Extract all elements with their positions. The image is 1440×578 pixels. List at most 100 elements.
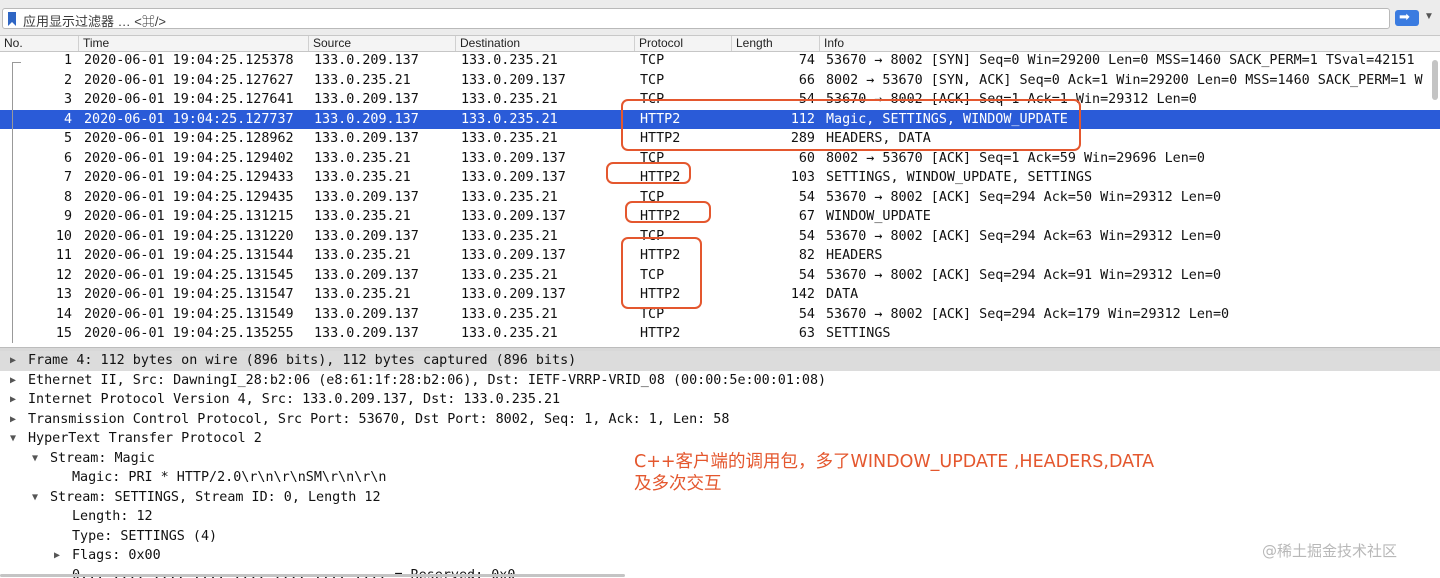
packet-time: 2020-06-01 19:04:25.128962	[84, 131, 294, 146]
expanded-triangle-icon[interactable]: ▼	[32, 488, 38, 508]
bookmark-icon[interactable]	[8, 12, 16, 26]
detail-row[interactable]: Length: 12	[0, 507, 1440, 527]
detail-row[interactable]: ▶ Ethernet II, Src: DawningI_28:b2:06 (e8…	[0, 371, 1440, 391]
packet-dst: 133.0.209.137	[461, 287, 566, 302]
display-filter-input[interactable]: 应用显示过滤器 … <⌘/>	[2, 8, 1390, 29]
packet-src: 133.0.209.137	[314, 189, 419, 205]
packet-src: 133.0.209.137	[314, 92, 419, 107]
column-header-no[interactable]: No.	[0, 36, 78, 51]
packet-row[interactable]: 11 2020-06-01 19:04:25.131544 133.0.235.21…	[0, 246, 1440, 266]
packet-row[interactable]: 6 2020-06-01 19:04:25.129402 133.0.235.21 1…	[0, 149, 1440, 169]
packet-src: 133.0.235.21	[314, 287, 411, 302]
packet-dst: 133.0.235.21	[461, 267, 558, 283]
collapsed-triangle-icon[interactable]: ▶	[54, 546, 60, 566]
packet-time: 2020-06-01 19:04:25.127737	[84, 111, 294, 127]
packet-info: 53670 → 8002 [SYN] Seq=0 Win=29200 Len=0…	[826, 53, 1415, 68]
packet-row[interactable]: 8 2020-06-01 19:04:25.129435 133.0.209.137…	[0, 188, 1440, 208]
packet-proto: HTTP2	[640, 326, 681, 341]
detail-row[interactable]: Type: SETTINGS (4)	[0, 527, 1440, 547]
expanded-triangle-icon[interactable]: ▼	[32, 449, 38, 469]
packet-list-header: No. Time Source Destination Protocol Len…	[0, 36, 1440, 52]
packet-time: 2020-06-01 19:04:25.129435	[84, 189, 294, 205]
packet-no: 1	[63, 53, 72, 68]
chevron-down-icon[interactable]: ▼	[1424, 11, 1434, 22]
packet-time: 2020-06-01 19:04:25.131547	[84, 287, 294, 302]
packet-info: 8002 → 53670 [ACK] Seq=1 Ack=59 Win=2969…	[826, 150, 1205, 166]
packet-src: 133.0.235.21	[314, 170, 411, 185]
annotation-box-http2-9	[625, 201, 711, 223]
packet-time: 2020-06-01 19:04:25.125378	[84, 53, 294, 68]
packet-no: 7	[63, 170, 72, 185]
expanded-triangle-icon[interactable]: ▼	[10, 429, 16, 449]
detail-text: Internet Protocol Version 4, Src: 133.0.…	[28, 392, 561, 407]
detail-row[interactable]: ▶ Flags: 0x00	[0, 546, 1440, 566]
detail-text: Magic: PRI * HTTP/2.0\r\n\r\nSM\r\n\r\n	[72, 470, 387, 485]
column-header-source[interactable]: Source	[308, 36, 455, 51]
details-horizontal-scrollbar[interactable]	[0, 574, 625, 577]
packet-no: 2	[63, 72, 72, 88]
packet-no: 12	[55, 267, 72, 283]
packet-row[interactable]: 7 2020-06-01 19:04:25.129433 133.0.235.21 1…	[0, 168, 1440, 188]
packet-proto: TCP	[640, 53, 665, 68]
packet-no: 6	[63, 150, 72, 166]
packet-row[interactable]: 10 2020-06-01 19:04:25.131220 133.0.209.13…	[0, 227, 1440, 247]
packet-proto: TCP	[640, 72, 665, 88]
column-header-time[interactable]: Time	[78, 36, 308, 51]
detail-text: Type: SETTINGS (4)	[72, 528, 218, 544]
detail-row[interactable]: ▼ HyperText Transfer Protocol 2	[0, 429, 1440, 449]
packet-time: 2020-06-01 19:04:25.127641	[84, 92, 294, 107]
packet-time: 2020-06-01 19:04:25.131220	[84, 228, 294, 244]
packet-info: SETTINGS	[826, 326, 891, 341]
packet-row[interactable]: 9 2020-06-01 19:04:25.131215 133.0.235.21 1…	[0, 207, 1440, 227]
packet-list[interactable]: 1 2020-06-01 19:04:25.125378 133.0.209.137…	[0, 51, 1440, 347]
packet-len: 63	[798, 326, 815, 341]
packet-no: 5	[63, 131, 72, 146]
packet-row[interactable]: 15 2020-06-01 19:04:25.135255 133.0.209.13…	[0, 324, 1440, 344]
detail-row[interactable]: ▶ Internet Protocol Version 4, Src: 133.0…	[0, 390, 1440, 410]
column-header-destination[interactable]: Destination	[455, 36, 634, 51]
column-header-protocol[interactable]: Protocol	[634, 36, 731, 51]
packet-dst: 133.0.235.21	[461, 189, 558, 205]
packet-no: 4	[63, 111, 72, 127]
packet-info: SETTINGS, WINDOW_UPDATE, SETTINGS	[826, 170, 1093, 185]
packet-no: 8	[63, 189, 72, 205]
packet-len: 67	[798, 209, 815, 224]
collapsed-triangle-icon[interactable]: ▶	[10, 351, 16, 371]
detail-row[interactable]: ▶ Transmission Control Protocol, Src Port…	[0, 410, 1440, 430]
packet-src: 133.0.235.21	[314, 150, 411, 166]
detail-text: Frame 4: 112 bytes on wire (896 bits), 1…	[28, 353, 577, 368]
collapsed-triangle-icon[interactable]: ▶	[10, 371, 16, 391]
packet-len: 103	[790, 170, 815, 185]
packet-row[interactable]: 13 2020-06-01 19:04:25.131547 133.0.235.21…	[0, 285, 1440, 305]
filter-placeholder: 应用显示过滤器 … <⌘/>	[23, 14, 167, 29]
apply-filter-arrow-icon[interactable]	[1395, 9, 1419, 26]
packet-time: 2020-06-01 19:04:25.129433	[84, 170, 294, 185]
packet-list-scrollbar[interactable]	[1432, 60, 1438, 100]
packet-no: 14	[55, 306, 72, 322]
conversation-bracket	[12, 62, 21, 343]
annotation-line-2: 及多次交互	[634, 474, 722, 494]
column-header-info[interactable]: Info	[819, 36, 1440, 51]
column-header-length[interactable]: Length	[731, 36, 819, 51]
packet-row[interactable]: 12 2020-06-01 19:04:25.131545 133.0.209.13…	[0, 266, 1440, 286]
packet-dst: 133.0.235.21	[461, 326, 558, 341]
packet-src: 133.0.235.21	[314, 209, 411, 224]
packet-time: 2020-06-01 19:04:25.127627	[84, 72, 294, 88]
packet-info: 53670 → 8002 [ACK] Seq=294 Ack=179 Win=2…	[826, 306, 1230, 322]
packet-row[interactable]: 2 2020-06-01 19:04:25.127627 133.0.235.21 1…	[0, 71, 1440, 91]
packet-row[interactable]: 14 2020-06-01 19:04:25.131549 133.0.209.13…	[0, 305, 1440, 325]
annotation-box-http2-11-13	[621, 237, 702, 309]
packet-no: 11	[55, 248, 72, 263]
packet-row[interactable]: 1 2020-06-01 19:04:25.125378 133.0.209.137…	[0, 51, 1440, 71]
packet-dst: 133.0.235.21	[461, 53, 558, 68]
detail-row[interactable]: ▶ Frame 4: 112 bytes on wire (896 bits), …	[0, 351, 1440, 371]
packet-dst: 133.0.235.21	[461, 228, 558, 244]
packet-info: 53670 → 8002 [ACK] Seq=294 Ack=50 Win=29…	[826, 189, 1222, 205]
annotation-box-http2-7	[606, 162, 691, 184]
packet-len: 54	[798, 267, 815, 283]
collapsed-triangle-icon[interactable]: ▶	[10, 410, 16, 430]
packet-no: 9	[63, 209, 72, 224]
collapsed-triangle-icon[interactable]: ▶	[10, 390, 16, 410]
packet-src: 133.0.209.137	[314, 111, 419, 127]
packet-src: 133.0.209.137	[314, 306, 419, 322]
